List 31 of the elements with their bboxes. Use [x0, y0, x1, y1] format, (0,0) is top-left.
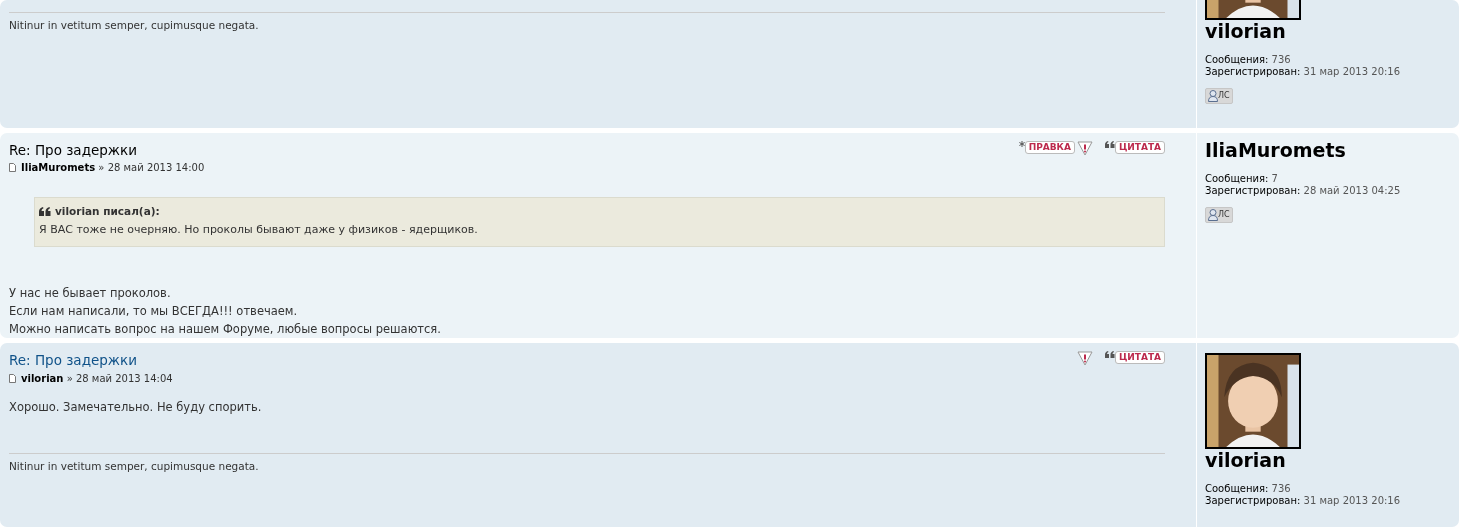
asterisk-icon: [1018, 140, 1025, 147]
profile-stat: Сообщения: 736: [1205, 54, 1292, 66]
profile-stat: Зарегистрирован: 31 мар 2013 20:16: [1205, 494, 1402, 507]
report-button[interactable]: [1076, 140, 1093, 156]
signature: Nitinur in vetitum semper, cupimusque negata.: [9, 460, 259, 473]
post-icon: [9, 162, 16, 172]
post-title: Re: Про задержки: [9, 140, 138, 159]
profile-stat: Сообщения: 736: [1205, 482, 1292, 495]
profile-stat: Сообщения: 7: [1205, 172, 1279, 185]
report-button[interactable]: [1076, 350, 1093, 366]
quote-icon: [39, 206, 51, 216]
username[interactable]: vilorian: [1205, 448, 1459, 471]
person-icon: [1208, 208, 1218, 221]
pm-button[interactable]: ЛС: [1205, 206, 1233, 223]
quote-text: Я ВАС тоже не очерняю. Но проколы бывают даже у физиков - ядерщиков.: [39, 222, 479, 239]
post-author: vilorian » 28 май 2013 14:04: [21, 372, 173, 387]
post-author: IliaMuromets » 28 май 2013 14:00: [21, 160, 205, 175]
pm-button[interactable]: ЛС: [1205, 88, 1233, 104]
quote-author: vilorian писал(а):: [55, 203, 160, 219]
post-icon: [9, 374, 16, 384]
quote-icon: [1104, 140, 1115, 148]
username[interactable]: IliaMuromets: [1205, 138, 1459, 161]
profile-stat: Зарегистрирован: 31 мар 2013 20:16: [1205, 66, 1402, 78]
post-text: У нас не бывает проколов. Если нам написали, то мы ВСЕГДА!!! отвечаем. Можно написать вопрос на нашем Форуме, любые вопросы решаются.: [9, 284, 442, 338]
quote-icon: [1104, 350, 1115, 358]
post-title[interactable]: Re: Про задержки: [9, 351, 137, 368]
post-text: Хорошо. Замечательно. Не буду спорить.: [9, 399, 263, 417]
username[interactable]: vilorian: [1205, 20, 1459, 42]
person-icon: [1208, 90, 1218, 102]
profile-stat: Зарегистрирован: 28 май 2013 04:25: [1205, 184, 1402, 197]
signature: Nitinur in vetitum semper, cupimusque negata.: [9, 19, 259, 31]
